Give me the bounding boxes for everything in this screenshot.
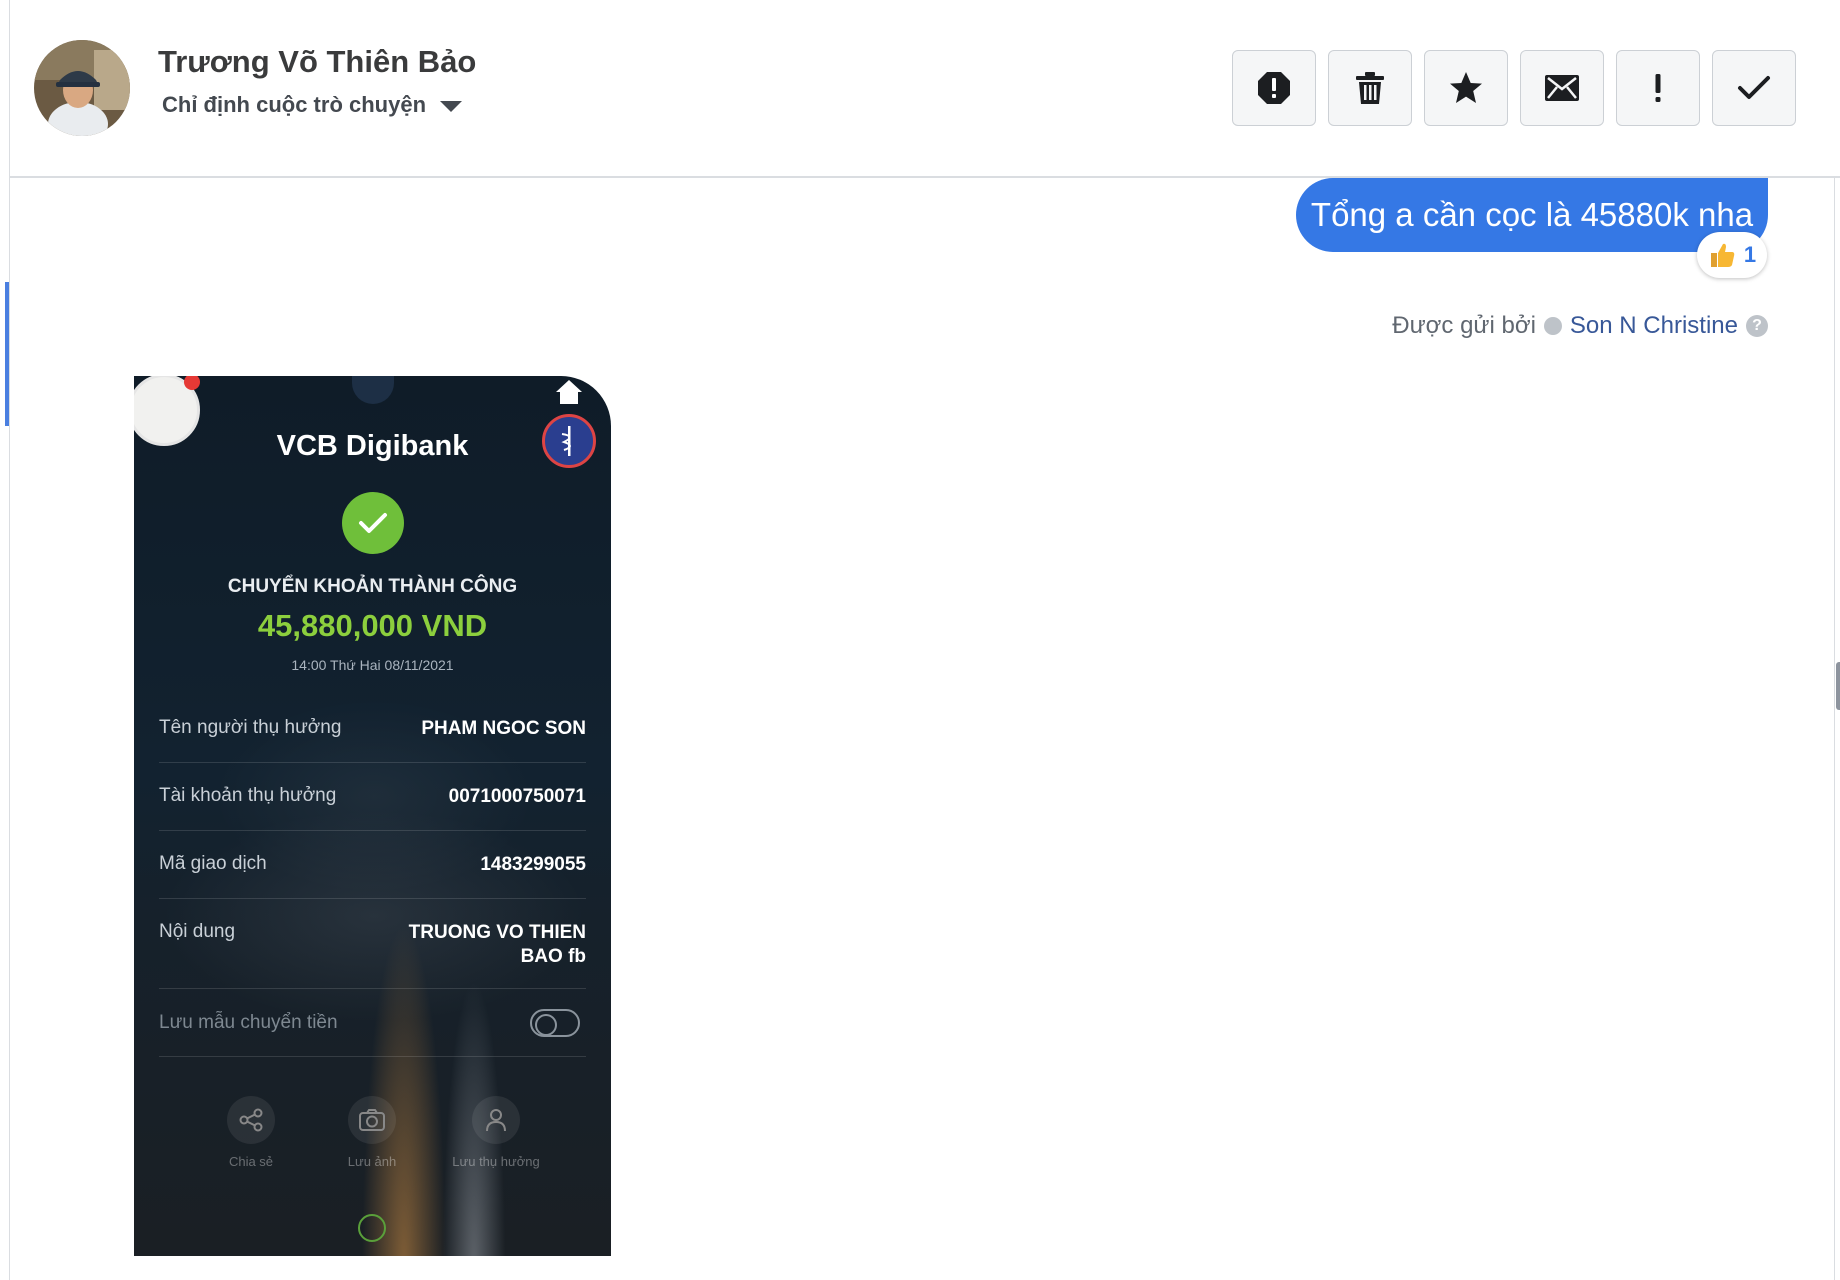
receipt-row-value: PHAM NGOC SON xyxy=(421,718,586,739)
home-icon xyxy=(556,380,582,404)
exclamation-icon xyxy=(1655,74,1661,102)
star-icon xyxy=(1450,72,1482,103)
transfer-datetime: 14:00 Thứ Hai 08/11/2021 xyxy=(291,657,454,673)
star-button[interactable] xyxy=(1424,50,1508,126)
share-action: Chia sẻ xyxy=(191,1096,311,1169)
camera-notch xyxy=(352,376,394,404)
success-check-icon xyxy=(342,492,404,554)
divider xyxy=(159,988,586,989)
save-template-toggle xyxy=(530,1009,580,1037)
thumbs-up-icon xyxy=(1710,243,1735,267)
person-icon xyxy=(472,1096,520,1144)
important-button[interactable] xyxy=(1616,50,1700,126)
message-reaction[interactable]: 1 xyxy=(1697,232,1767,278)
avatar[interactable] xyxy=(34,40,130,136)
save-template-label: Lưu mẫu chuyển tiền xyxy=(159,1012,338,1033)
save-image-action: Lưu ảnh xyxy=(312,1096,432,1169)
divider xyxy=(159,898,586,899)
mark-unread-button[interactable] xyxy=(1520,50,1604,126)
share-action-label: Chia sẻ xyxy=(228,1154,274,1169)
divider xyxy=(159,830,586,831)
assign-conversation-label: Chỉ định cuộc trò chuyện xyxy=(162,92,427,117)
receipt-row-label: Mã giao dịch xyxy=(159,853,267,874)
conversation-page: Trương Võ Thiên Bảo Chỉ định cuộc trò ch… xyxy=(0,0,1840,1280)
notification-dot-icon xyxy=(184,376,200,390)
transfer-amount: 45,880,000 VND xyxy=(257,608,488,643)
outgoing-message-bubble[interactable]: Tổng a cần cọc là 45880k nha xyxy=(1296,178,1768,252)
report-button[interactable] xyxy=(1232,50,1316,126)
caret-down-icon xyxy=(440,100,463,112)
conversation-toolbar xyxy=(1232,50,1796,126)
camera-icon xyxy=(348,1096,396,1144)
image-attachment[interactable]: VCB Digibank CHUYỂN KHOẢN THÀNH CÔNG 45,… xyxy=(134,376,611,1256)
sent-by-author-link[interactable]: Son N Christine xyxy=(1570,312,1738,340)
receipt-row-label: Tài khoản thụ hưởng xyxy=(159,785,337,806)
alert-octagon-icon xyxy=(1258,72,1290,104)
receipt-row-value-line: TRUONG VO THIEN xyxy=(408,922,586,943)
divider xyxy=(159,1056,586,1057)
trash-icon xyxy=(1356,72,1384,104)
sent-by-line: Được gửi bởi Son N Christine ? xyxy=(1390,312,1768,340)
receipt-row-value: 1483299055 xyxy=(480,854,586,875)
loading-indicator-icon xyxy=(358,1214,386,1242)
right-divider xyxy=(1834,178,1835,1280)
done-button[interactable] xyxy=(1712,50,1796,126)
divider xyxy=(159,762,586,763)
save-beneficiary-action: Lưu thụ hưởng xyxy=(436,1096,556,1169)
reaction-count: 1 xyxy=(1743,242,1757,267)
receipt-row-label: Nội dung xyxy=(159,921,236,942)
conversation-header: Trương Võ Thiên Bảo Chỉ định cuộc trò ch… xyxy=(10,0,1840,178)
checkmark-icon xyxy=(1738,76,1770,99)
sent-by-label: Được gửi bởi xyxy=(1392,312,1536,339)
bank-app-title: VCB Digibank xyxy=(276,430,469,462)
selected-thread-indicator xyxy=(5,282,9,426)
receipt-row-value: 0071000750071 xyxy=(448,786,586,807)
receipt-row-value-line: BAO fb xyxy=(520,946,586,967)
contact-name[interactable]: Trương Võ Thiên Bảo xyxy=(158,44,476,80)
save-beneficiary-action-label: Lưu thụ hưởng xyxy=(452,1154,540,1169)
save-image-action-label: Lưu ảnh xyxy=(347,1154,397,1169)
assign-conversation-dropdown[interactable]: Chỉ định cuộc trò chuyện xyxy=(162,92,463,118)
share-icon xyxy=(227,1096,275,1144)
verified-dot-icon xyxy=(1543,317,1562,335)
scrollbar-handle[interactable] xyxy=(1836,662,1840,710)
envelope-icon xyxy=(1545,75,1579,101)
receipt-row-label: Tên người thụ hưởng xyxy=(159,717,342,738)
receipt-row-value: TRUONG VO THIEN BAO fb xyxy=(409,921,586,969)
transfer-status: CHUYỂN KHOẢN THÀNH CÔNG xyxy=(227,576,518,597)
left-divider xyxy=(9,0,10,1280)
help-icon[interactable]: ? xyxy=(1746,315,1768,337)
delete-button[interactable] xyxy=(1328,50,1412,126)
